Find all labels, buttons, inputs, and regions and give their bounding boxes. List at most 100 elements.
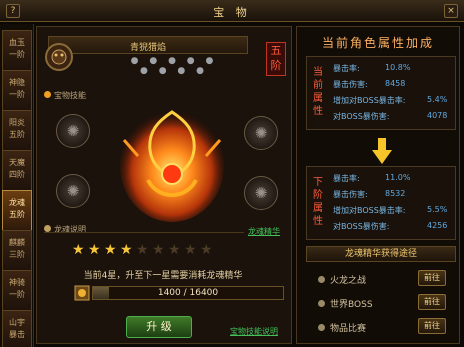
- attr-value: 5.4%: [427, 95, 448, 104]
- attr-name: 暴击率:: [333, 174, 360, 183]
- star-empty-icon: ★: [136, 242, 149, 258]
- star-empty-icon: ★: [168, 242, 181, 258]
- current-attr-row: 暴击伤害: 8458: [333, 79, 405, 91]
- upgrade-description: 当前4星，升至下一星需要消耗龙魂精华: [83, 271, 243, 281]
- sidebar-tab-label: 龙魂 五阶: [9, 198, 25, 219]
- attr-value: 10.8%: [385, 63, 411, 72]
- swirl-icon: ✺: [66, 122, 80, 140]
- progress-text: 1400 / 16400: [157, 288, 219, 298]
- skill-slot-4[interactable]: ✺: [244, 176, 278, 210]
- current-attr-row: 增加对BOSS暴击率: 5.4%: [333, 95, 447, 107]
- attr-value: 4256: [427, 221, 448, 230]
- next-attr-row: 对BOSS暴伤害: 4256: [333, 221, 447, 233]
- current-attributes-label: 当前属性: [312, 66, 326, 118]
- attr-value: 8532: [385, 189, 406, 198]
- item-name-bar: 青猊猎焰: [48, 36, 248, 54]
- attr-value: 4078: [427, 111, 448, 120]
- source-row: 世界BOSS 前往: [306, 294, 456, 314]
- next-attribute-box: 暴击率: 11.0% 暴击伤害: 8532 增加对BOSS暴击率: 5.5% 对BOS…: [306, 166, 456, 240]
- star-filled-icon: ★: [88, 242, 101, 258]
- sidebar-tab-label: 血玉 一阶: [9, 38, 25, 59]
- star-empty-icon: ★: [200, 242, 213, 258]
- next-attr-row: 增加对BOSS暴击率: 5.5%: [333, 205, 447, 217]
- sidebar-tab-tianmo[interactable]: 天魔 四阶: [2, 150, 32, 191]
- next-attr-row: 暴击伤害: 8532: [333, 189, 405, 201]
- star-filled-icon: ★: [120, 242, 133, 258]
- upgrade-button[interactable]: 升 级: [126, 316, 192, 338]
- essence-link[interactable]: 龙魂精华: [248, 226, 280, 237]
- skill-slot-2[interactable]: ✺: [56, 174, 90, 208]
- star-rating: ★ ★ ★ ★ ★ ★ ★ ★ ★: [72, 242, 252, 258]
- star-filled-icon: ★: [104, 242, 117, 258]
- next-attr-row: 暴击率: 11.0%: [333, 173, 410, 185]
- dragon-treasure-image: [118, 100, 226, 224]
- sidebar-tab-shenyin[interactable]: 神隐 一阶: [2, 70, 32, 111]
- swirl-icon: ✺: [254, 124, 268, 142]
- divider: [44, 232, 244, 233]
- sidebar-tab-label: 神骑 一阶: [9, 278, 25, 299]
- sidebar-tab-shanyu[interactable]: 山宇 暴击: [2, 310, 32, 347]
- bullet-icon: [318, 276, 325, 283]
- sidebar-tab-label: 山宇 暴击: [9, 318, 25, 339]
- essence-progress-bar: 1400 / 16400: [92, 286, 284, 300]
- next-label-text: 下阶属性: [313, 177, 323, 227]
- goto-button[interactable]: 前往: [418, 294, 446, 310]
- tiger-emblem-icon: [44, 42, 74, 72]
- treasure-sidebar: 血玉 一阶 神隐 一阶 阳炎 五阶 天魔 四阶 龙魂 五阶 麒麟 三阶 神骑 一…: [0, 24, 34, 347]
- arrow-down-icon: [372, 138, 392, 164]
- source-name: 物品比赛: [330, 324, 367, 334]
- swirl-icon: ✺: [66, 182, 80, 200]
- star-filled-icon: ★: [72, 242, 85, 258]
- attr-name: 暴击率:: [333, 64, 360, 73]
- attribute-panel-title: 当前角色属性加成: [321, 36, 434, 50]
- skill-slot-3[interactable]: ✺: [244, 116, 278, 150]
- sidebar-tab-shenqi[interactable]: 神骑 一阶: [2, 270, 32, 311]
- treasure-skill-help-link[interactable]: 宝物技能说明: [230, 326, 278, 337]
- attr-value: 8458: [385, 79, 406, 88]
- skill-label-text: 宝物技能: [54, 91, 86, 100]
- essence-source-header: 龙魂精华获得途径: [306, 246, 456, 262]
- sidebar-tab-longhun[interactable]: 龙魂 五阶: [2, 190, 32, 231]
- close-button[interactable]: ×: [444, 4, 458, 18]
- bullet-icon: [318, 300, 325, 307]
- source-name: 世界BOSS: [330, 300, 373, 310]
- attr-name: 对BOSS暴伤害:: [333, 222, 390, 231]
- current-attr-row: 对BOSS暴伤害: 4078: [333, 111, 447, 123]
- help-button[interactable]: ?: [6, 4, 20, 18]
- goto-button[interactable]: 前往: [418, 270, 446, 286]
- sidebar-tab-xueyu[interactable]: 血玉 一阶: [2, 30, 32, 71]
- item-name: 青猊猎焰: [129, 43, 166, 53]
- attr-name: 暴击伤害:: [333, 80, 368, 89]
- attr-name: 暴击伤害:: [333, 190, 368, 199]
- attr-name: 增加对BOSS暴击率:: [333, 96, 406, 105]
- attr-value: 5.5%: [427, 205, 448, 214]
- title-bar: 宝 物 ? ×: [0, 0, 464, 22]
- sidebar-tab-yangyan[interactable]: 阳炎 五阶: [2, 110, 32, 151]
- goto-button[interactable]: 前往: [418, 318, 446, 334]
- grade-badge: 五 阶: [266, 42, 286, 76]
- sidebar-tab-label: 神隐 一阶: [9, 78, 25, 99]
- sidebar-tab-qilin[interactable]: 麒麟 三阶: [2, 230, 32, 271]
- star-empty-icon: ★: [152, 242, 165, 258]
- grade-text: 五 阶: [270, 44, 282, 72]
- current-attribute-box: 暴击率: 10.8% 暴击伤害: 8458 增加对BOSS暴击率: 5.4% 对BOS…: [306, 56, 456, 130]
- attr-value: 11.0%: [385, 173, 411, 182]
- skill-label[interactable]: 宝物技能: [44, 90, 86, 101]
- source-row: 火龙之战 前往: [306, 270, 456, 290]
- bullet-icon: [318, 324, 325, 331]
- window-title: 宝 物: [213, 6, 251, 19]
- swirl-icon: ✺: [254, 184, 268, 202]
- source-name: 火龙之战: [330, 276, 367, 286]
- sidebar-tab-label: 天魔 四阶: [9, 158, 25, 179]
- skill-slot-1[interactable]: ✺: [56, 114, 90, 148]
- current-label-text: 当前属性: [313, 67, 323, 117]
- skill-dot-icon: [44, 91, 51, 98]
- star-empty-icon: ★: [184, 242, 197, 258]
- current-attr-row: 暴击率: 10.8%: [333, 63, 410, 75]
- orb-dots: ● ● ● ● ● ● ● ● ●: [130, 56, 218, 76]
- sidebar-tab-label: 麒麟 三阶: [9, 238, 25, 259]
- source-row: 物品比赛 前往: [306, 318, 456, 338]
- dragon-info-label[interactable]: 龙魂说明: [44, 224, 86, 235]
- attr-name: 对BOSS暴伤害:: [333, 112, 390, 121]
- sidebar-tab-label: 阳炎 五阶: [9, 118, 25, 139]
